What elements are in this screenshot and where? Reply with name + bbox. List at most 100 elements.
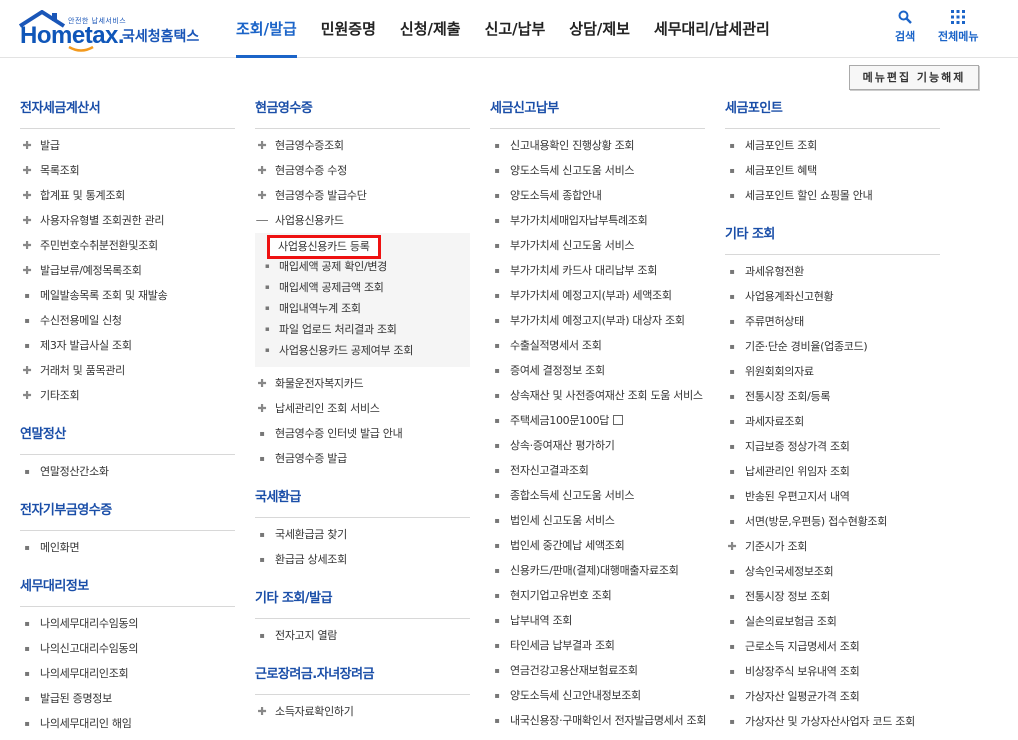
nav-civil-certificate[interactable]: 민원증명 [309,0,388,58]
menu-item[interactable]: ▪ 타인세금 납부결과 조회 [490,633,705,658]
menu-item[interactable]: ▪ 부가가치세매입자납부특례조회 [490,208,705,233]
submenu-item-highlighted[interactable]: 사업용신용카드 등록 [255,235,470,259]
menu-item[interactable]: ✚ 합계표 및 통계조회 [20,183,235,208]
section-title[interactable]: 기타 조회/발급 [255,586,470,619]
menu-item[interactable]: ▪ 법인세 중간예납 세액조회 [490,533,705,558]
menu-item[interactable]: ▪ 위원회회의자료 [725,359,940,384]
section-title[interactable]: 국세환급 [255,485,470,518]
menu-item[interactable]: ▪ 주택세금100문100답 [490,408,705,433]
submenu-item[interactable]: ▪ 매입내역누계 조회 [255,298,470,319]
menu-item[interactable]: ▪ 현금영수증 인터넷 발급 안내 [255,421,470,446]
section-title[interactable]: 전자기부금영수증 [20,498,235,531]
all-menu-button[interactable]: 전체메뉴 [938,10,978,44]
menu-item[interactable]: ▪ 신고내용확인 진행상황 조회 [490,133,705,158]
submenu-item[interactable]: ▪ 사업용신용카드 공제여부 조회 [255,340,470,361]
menu-item[interactable]: ▪ 실손의료보험금 조회 [725,609,940,634]
menu-item[interactable]: ✚ 현금영수증조회 [255,133,470,158]
menu-item[interactable]: ▪ 세금포인트 조회 [725,133,940,158]
menu-item[interactable]: ▪ 부가가치세 예정고지(부과) 세액조회 [490,283,705,308]
menu-item[interactable]: ▪ 제3자 발급사실 조회 [20,333,235,358]
menu-item[interactable]: ▪ 국세환급금 찾기 [255,522,470,547]
menu-item[interactable]: ▪ 나의세무대리인조회 [20,661,235,686]
menu-item[interactable]: ▪ 현지기업고유번호 조회 [490,583,705,608]
menu-item[interactable]: ▪ 양도소득세 종합안내 [490,183,705,208]
menu-item[interactable]: ▪ 근로소득 지급명세서 조회 [725,634,940,659]
menu-item[interactable]: ▪ 나의세무대리인 해임 [20,711,235,736]
section-title[interactable]: 현금영수증 [255,96,470,129]
menu-item[interactable]: ▪ 전자신고결과조회 [490,458,705,483]
menu-item[interactable]: ▪ 비상장주식 보유내역 조회 [725,659,940,684]
submenu-item[interactable]: ▪ 매입세액 공제 확인/변경 [255,256,470,277]
menu-item[interactable]: ▪ 납세관리인 위임자 조회 [725,459,940,484]
menu-item[interactable]: ▪ 연말정산간소화 [20,459,235,484]
menu-item[interactable]: — 사업용신용카드 [255,208,470,233]
submenu-item[interactable]: ▪ 매입세액 공제금액 조회 [255,277,470,298]
menu-item[interactable]: ▪ 나의신고대리수임동의 [20,636,235,661]
hometax-logo[interactable]: 안전한 납세서비스 Hometax. 국세청홈택스 [18,8,208,52]
menu-item[interactable]: ▪ 지급보증 정상가격 조회 [725,434,940,459]
menu-item[interactable]: ▪ 세금포인트 할인 쇼핑몰 안내 [725,183,940,208]
menu-item[interactable]: ▪ 상속·증여재산 평가하기 [490,433,705,458]
search-button[interactable]: 검색 [895,10,915,44]
menu-item[interactable]: ▪ 현금영수증 발급 [255,446,470,471]
section-title[interactable]: 세금신고납부 [490,96,705,129]
menu-item[interactable]: ✚ 기준시가 조회 [725,534,940,559]
menu-item[interactable]: ▪ 과세유형전환 [725,259,940,284]
menu-item[interactable]: ▪ 기준·단순 경비율(업종코드) [725,334,940,359]
menu-item[interactable]: ▪ 가상자산 및 가상자산사업자 코드 조회 [725,709,940,734]
menu-item[interactable]: ▪ 메일발송목록 조회 및 재발송 [20,283,235,308]
menu-item[interactable]: ✚ 발급보류/예정목록조회 [20,258,235,283]
menu-item[interactable]: ▪ 양도소득세 신고안내정보조회 [490,683,705,708]
menu-item[interactable]: ▪ 반송된 우편고지서 내역 [725,484,940,509]
menu-item[interactable]: ▪ 내국신용장·구매확인서 전자발급명세서 조회 [490,708,706,733]
menu-item[interactable]: ▪ 부가가치세 신고도움 서비스 [490,233,705,258]
menu-item[interactable]: ▪ 가상자산 일평균가격 조회 [725,684,940,709]
menu-item[interactable]: ▪ 부가가치세 카드사 대리납부 조회 [490,258,705,283]
menu-item[interactable]: ▪ 전통시장 정보 조회 [725,584,940,609]
menu-item[interactable]: ▪ 전자고지 열람 [255,623,470,648]
menu-item[interactable]: ▪ 부가가치세 예정고지(부과) 대상자 조회 [490,308,705,333]
menu-item[interactable]: ▪ 신용카드/판매(결제)대행매출자료조회 [490,558,705,583]
section-title[interactable]: 세금포인트 [725,96,940,129]
menu-item[interactable]: ▪ 사업용계좌신고현황 [725,284,940,309]
menu-item[interactable]: ▪ 양도소득세 신고도움 서비스 [490,158,705,183]
menu-item[interactable]: ▪ 증여세 결정정보 조회 [490,358,705,383]
menu-item[interactable]: ▪ 납부내역 조회 [490,608,705,633]
menu-item[interactable]: ▪ 종합소득세 신고도움 서비스 [490,483,705,508]
menu-item[interactable]: ▪ 서면(방문,우편등) 접수현황조회 [725,509,940,534]
section-title[interactable]: 전자세금계산서 [20,96,235,129]
menu-item[interactable]: ✚ 목록조회 [20,158,235,183]
nav-apply-submit[interactable]: 신청/제출 [388,0,473,58]
menu-item[interactable]: ✚ 현금영수증 발급수단 [255,183,470,208]
menu-item[interactable]: ▪ 법인세 신고도움 서비스 [490,508,705,533]
menu-item[interactable]: ▪ 수신전용메일 신청 [20,308,235,333]
menu-item[interactable]: ▪ 메인화면 [20,535,235,560]
menu-item[interactable]: ✚ 소득자료확인하기 [255,699,470,724]
menu-item[interactable]: ▪ 나의세무대리수임동의 [20,611,235,636]
section-title[interactable]: 연말정산 [20,422,235,455]
menu-item[interactable]: ✚ 발급 [20,133,235,158]
menu-item[interactable]: ✚ 주민번호수취분전환및조회 [20,233,235,258]
menu-item[interactable]: ▪ 주류면허상태 [725,309,940,334]
menu-item[interactable]: ▪ 연금건강고용산재보험료조회 [490,658,705,683]
menu-item[interactable]: ✚ 사용자유형별 조회권한 관리 [20,208,235,233]
section-title[interactable]: 세무대리정보 [20,574,235,607]
menu-item[interactable]: ✚ 거래처 및 품목관리 [20,358,235,383]
section-title[interactable]: 근로장려금.자녀장려금 [255,662,470,695]
menu-item[interactable]: ✚ 현금영수증 수정 [255,158,470,183]
nav-consult-report[interactable]: 상담/제보 [557,0,642,58]
menu-item[interactable]: ▪ 환급금 상세조회 [255,547,470,572]
menu-item[interactable]: ▪ 상속재산 및 사전증여재산 조회 도움 서비스 [490,383,705,408]
menu-item[interactable]: ✚ 기타조회 [20,383,235,408]
menu-item[interactable]: ▪ 과세자료조회 [725,409,940,434]
nav-inquiry-issue[interactable]: 조회/발급 [224,0,309,58]
submenu-item[interactable]: ▪ 파일 업로드 처리결과 조회 [255,319,470,340]
menu-item[interactable]: ▪ 상속인국세정보조회 [725,559,940,584]
menu-item[interactable]: ▪ 전통시장 조회/등록 [725,384,940,409]
menu-item[interactable]: ✚ 화물운전자복지카드 [255,371,470,396]
menu-edit-toggle-button[interactable]: 메뉴편집 기능해제 [849,65,979,90]
nav-tax-agent[interactable]: 세무대리/납세관리 [642,0,782,58]
section-title[interactable]: 기타 조회 [725,222,940,255]
menu-item[interactable]: ▪ 수출실적명세서 조회 [490,333,705,358]
menu-item[interactable]: ▪ 발급된 증명정보 [20,686,235,711]
